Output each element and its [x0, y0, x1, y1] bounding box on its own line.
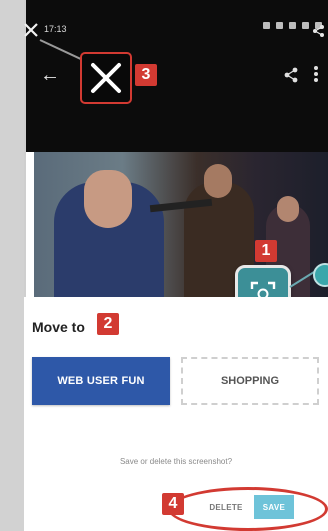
folder-chip-shopping[interactable]: SHOPPING: [181, 357, 319, 405]
callout-badge-1: 1: [255, 240, 277, 262]
actions-highlight-ellipse: [168, 487, 328, 531]
back-arrow-icon[interactable]: ←: [40, 64, 62, 86]
close-button-highlight[interactable]: [80, 52, 132, 104]
signal-icon: [302, 22, 309, 29]
app-bar: ←: [26, 58, 328, 98]
move-to-title: Move to: [32, 319, 85, 335]
more-vert-icon[interactable]: [310, 64, 322, 86]
close-icon: [91, 63, 121, 93]
callout-badge-3: 3: [135, 64, 157, 86]
status-bar: 17:13: [26, 22, 328, 38]
close-icon[interactable]: [23, 22, 39, 38]
status-time: 17:13: [44, 24, 67, 34]
wifi-icon: [289, 22, 296, 29]
callout-badge-4: 4: [162, 493, 184, 515]
callout-badge-2: 2: [97, 313, 119, 335]
share-icon[interactable]: [282, 66, 300, 84]
share-icon[interactable]: [312, 24, 326, 38]
notification-icon: [263, 22, 270, 29]
folder-chip-web-user-fun[interactable]: WEB USER FUN: [32, 357, 170, 405]
save-delete-prompt: Save or delete this screenshot?: [119, 457, 233, 466]
mute-icon: [276, 22, 283, 29]
